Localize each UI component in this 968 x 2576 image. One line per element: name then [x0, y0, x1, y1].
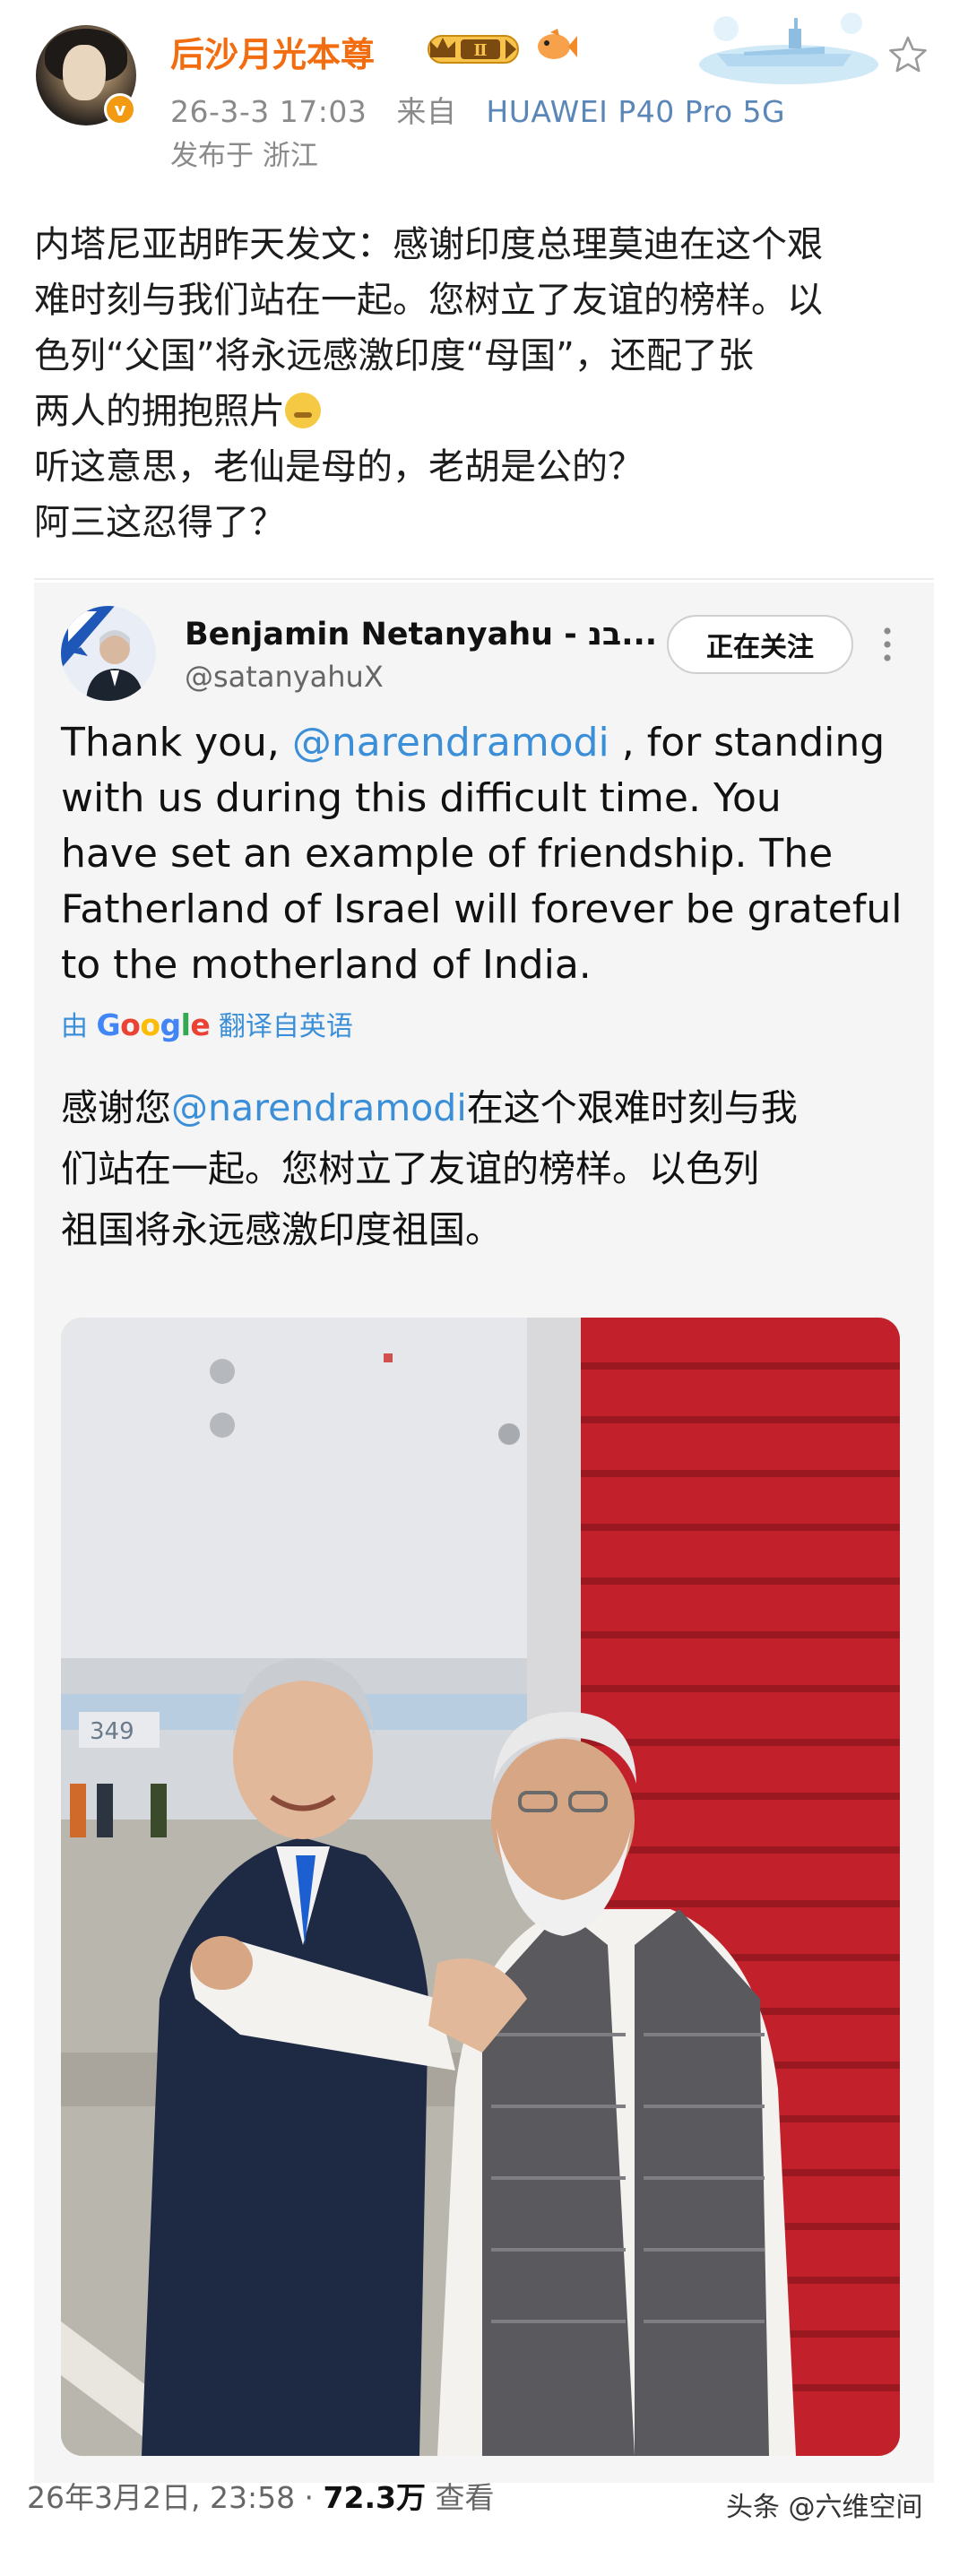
translated-line: 祖国将永远感激印度祖国。: [61, 1208, 502, 1251]
author-name[interactable]: 后沙月光本尊: [170, 27, 375, 76]
embedded-tweet-card[interactable]: Benjamin Netanyahu - בנ... @satanyahuX 正…: [34, 583, 934, 2483]
translated-line: 感谢您@narendramodi在这个艰难时刻与我: [61, 1086, 798, 1129]
mention-link[interactable]: @narendramodi: [171, 1086, 467, 1129]
tweet-text-line: to the motherland of India.: [61, 942, 592, 988]
post-body-line: 听这意思，老仙是母的，老胡是公的？: [34, 446, 644, 488]
tweet-handle[interactable]: @satanyahuX: [185, 660, 384, 694]
views-label: 查看: [425, 2480, 495, 2515]
tweet-text-line: Thank you, @narendramodi , for standing: [61, 720, 886, 765]
level-badge-text: Ⅱ: [473, 41, 487, 60]
post-body-line: 两人的拥抱照片: [34, 384, 939, 439]
tweet-avatar[interactable]: [61, 606, 156, 701]
post-body-line: 难时刻与我们站在一起。您树立了友谊的榜样。以: [34, 280, 823, 321]
google-translate-link[interactable]: 由 Google 翻译自英语: [61, 1004, 353, 1043]
source-prefix: 来自: [396, 94, 457, 129]
post-body-line: 内塔尼亚胡昨天发文：感谢印度总理莫迪在这个艰: [34, 224, 823, 265]
google-logo: Google: [96, 1007, 211, 1042]
post-body: 内塔尼亚胡昨天发文：感谢印度总理莫迪在这个艰 难时刻与我们站在一起。您树立了友谊…: [34, 217, 939, 550]
divider: [34, 578, 934, 580]
tweet-view-count: 72.3万: [323, 2480, 426, 2515]
tweet-display-name[interactable]: Benjamin Netanyahu - בנ...: [185, 617, 687, 653]
verified-icon: v: [104, 93, 136, 125]
post-header: v 后沙月光本尊 Ⅱ 26-3-3 17:03 来自 HUAWEI P40 Pr…: [0, 0, 968, 179]
mention-link[interactable]: @narendramodi: [292, 720, 609, 765]
post-body-line: 色列“父国”将永远感激印度“母国”，还配了张: [34, 335, 754, 376]
plane-number-label: 349: [90, 1718, 134, 1745]
fish-icon: [538, 29, 577, 59]
more-vertical-icon[interactable]: [878, 622, 896, 667]
post-location: 发布于 浙江: [170, 140, 318, 172]
star-icon[interactable]: [887, 34, 929, 75]
post-timestamp: 26-3-3 17:03: [170, 94, 367, 129]
translated-line: 们站在一起。您树立了友谊的榜样。以色列: [61, 1147, 759, 1190]
tweet-text-line: Fatherland of Israel will forever be gra…: [61, 886, 903, 932]
tweet-text-line: have set an example of friendship. The: [61, 831, 834, 877]
crown-badge-icon[interactable]: Ⅱ: [423, 30, 523, 66]
post-meta: 26-3-3 17:03 来自 HUAWEI P40 Pro 5G: [170, 88, 785, 131]
shush-emoji-icon: [285, 393, 321, 428]
device-link[interactable]: HUAWEI P40 Pro 5G: [486, 94, 785, 129]
post-body-line: 阿三这忍得了？: [34, 502, 285, 543]
tweet-photo[interactable]: 349: [61, 1318, 900, 2456]
tweet-text: Thank you, @narendramodi , for standing …: [61, 715, 921, 993]
tweet-date: 26年3月2日, 23:58 ·: [27, 2480, 324, 2515]
tweet-footer: 26年3月2日, 23:58 · 72.3万 查看: [27, 2474, 494, 2517]
translated-text: 感谢您@narendramodi在这个艰难时刻与我 们站在一起。您树立了友谊的榜…: [61, 1077, 921, 1260]
tweet-text-line: with us during this difficult time. You: [61, 775, 782, 821]
ship-banner-icon: [699, 13, 878, 84]
following-button[interactable]: 正在关注: [667, 615, 853, 674]
watermark: 头条 @六维空间: [726, 2492, 923, 2523]
